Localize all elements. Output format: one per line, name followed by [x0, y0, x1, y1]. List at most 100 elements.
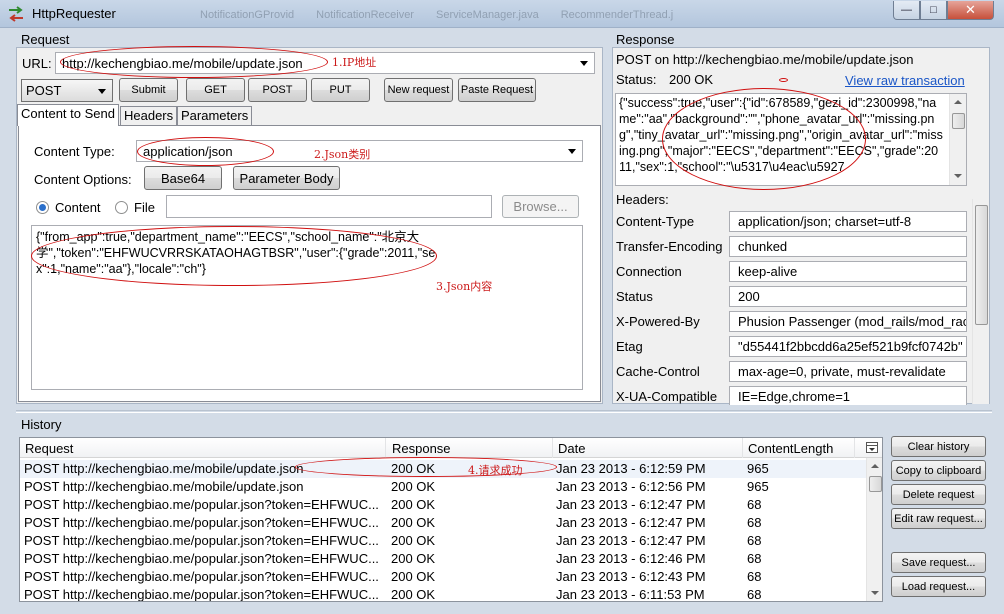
new-request-button[interactable]: New request — [384, 78, 453, 102]
header-value-field[interactable]: application/json; charset=utf-8 — [729, 211, 967, 232]
chevron-down-icon[interactable] — [580, 61, 588, 66]
response-headers-list: Content-Type application/json; charset=u… — [612, 209, 972, 405]
table-row[interactable]: POST http://kechengbiao.me/popular.json?… — [20, 550, 866, 568]
scroll-thumb[interactable] — [975, 205, 988, 325]
scroll-down-icon[interactable] — [871, 591, 879, 595]
window-title: HttpRequester — [32, 6, 116, 21]
post-button[interactable]: POST — [248, 78, 307, 102]
header-value-field[interactable]: IE=Edge,chrome=1 — [729, 386, 967, 405]
cell-date: Jan 23 2013 - 6:12:47 PM — [556, 497, 706, 512]
get-button[interactable]: GET — [186, 78, 245, 102]
scroll-up-icon[interactable] — [954, 100, 962, 104]
table-row[interactable]: POST http://kechengbiao.me/popular.json?… — [20, 568, 866, 586]
response-group-title: Response — [616, 32, 675, 47]
close-button[interactable]: ✕ — [947, 1, 994, 20]
scroll-thumb[interactable] — [952, 113, 965, 129]
column-chooser-icon[interactable] — [866, 442, 878, 453]
cell-request: POST http://kechengbiao.me/popular.json?… — [24, 587, 379, 602]
method-select[interactable]: POST — [21, 79, 113, 102]
background-tab: RecommenderThread.j — [560, 9, 674, 21]
header-name: Etag — [616, 339, 643, 354]
response-status-label: Status: — [616, 72, 657, 87]
file-path-input[interactable] — [166, 195, 492, 218]
response-body-scrollbar[interactable] — [949, 94, 966, 185]
panel-splitter[interactable] — [16, 410, 992, 413]
background-tab: ServiceManager.java — [435, 9, 539, 21]
save-request-button[interactable]: Save request... — [891, 552, 986, 573]
annotation-mark-status — [779, 78, 788, 82]
cell-length: 68 — [747, 587, 762, 602]
submit-button[interactable]: Submit — [119, 78, 178, 102]
maximize-icon: □ — [930, 4, 937, 16]
column-header-contentlength[interactable]: ContentLength — [743, 438, 855, 458]
header-value-field[interactable]: "d55441f2bbcdd6a25ef521b9fcf0742b" — [729, 336, 967, 357]
header-name: Content-Type — [616, 214, 695, 229]
parameter-body-button[interactable]: Parameter Body — [233, 166, 340, 190]
cell-date: Jan 23 2013 - 6:12:43 PM — [556, 569, 706, 584]
content-radio-label[interactable]: Content — [55, 200, 101, 215]
cell-response: 200 OK — [391, 587, 436, 602]
minimize-button[interactable]: — — [893, 1, 920, 20]
tab-content-to-send[interactable]: Content to Send — [17, 104, 119, 126]
header-value-field[interactable]: chunked — [729, 236, 967, 257]
minimize-icon: — — [901, 4, 912, 16]
cell-request: POST http://kechengbiao.me/popular.json?… — [24, 569, 379, 584]
header-name: Status — [616, 289, 653, 304]
view-raw-transaction-link[interactable]: View raw transaction — [845, 73, 965, 88]
cell-request: POST http://kechengbiao.me/mobile/update… — [24, 479, 304, 494]
content-radio[interactable] — [36, 201, 49, 214]
annotation-ellipse-content-type — [137, 137, 274, 166]
table-row[interactable]: POST http://kechengbiao.me/popular.json?… — [20, 496, 866, 514]
cell-request: POST http://kechengbiao.me/popular.json?… — [24, 497, 379, 512]
annotation-json-content: 3.Json内容 — [436, 280, 493, 293]
file-radio-label[interactable]: File — [134, 200, 155, 215]
paste-request-button[interactable]: Paste Request — [458, 78, 536, 102]
header-name: X-Powered-By — [616, 314, 700, 329]
edit-raw-request-button[interactable]: Edit raw request... — [891, 508, 986, 529]
annotation-ip: 1.IP地址 — [332, 56, 377, 69]
history-group-title: History — [21, 417, 62, 432]
header-value-field[interactable]: Phusion Passenger (mod_rails/mod_rack — [729, 311, 967, 332]
base64-button[interactable]: Base64 — [144, 166, 222, 190]
table-row[interactable]: POST http://kechengbiao.me/mobile/update… — [20, 478, 866, 496]
scroll-thumb[interactable] — [869, 476, 882, 492]
header-value-field[interactable]: 200 — [729, 286, 967, 307]
copy-to-clipboard-button[interactable]: Copy to clipboard — [891, 460, 986, 481]
load-request-button[interactable]: Load request... — [891, 576, 986, 597]
column-header-request[interactable]: Request — [20, 438, 386, 458]
column-header-date[interactable]: Date — [553, 438, 743, 458]
cell-date: Jan 23 2013 - 6:12:46 PM — [556, 551, 706, 566]
column-header-response[interactable]: Response — [387, 438, 553, 458]
annotation-ellipse-body — [31, 226, 437, 286]
chevron-down-icon[interactable] — [98, 88, 106, 94]
response-headers-scrollbar[interactable] — [972, 199, 989, 404]
browse-button[interactable]: Browse... — [502, 195, 579, 218]
scroll-up-icon[interactable] — [871, 464, 879, 468]
history-scrollbar[interactable] — [866, 458, 882, 601]
scroll-down-icon[interactable] — [954, 174, 962, 178]
background-editor-tabs: NotificationGProvid NotificationReceiver… — [200, 9, 890, 23]
put-button[interactable]: PUT — [311, 78, 370, 102]
method-select-value: POST — [26, 83, 62, 98]
tab-headers[interactable]: Headers — [120, 106, 178, 126]
header-value-field[interactable]: keep-alive — [729, 261, 967, 282]
response-headers-label: Headers: — [616, 192, 669, 207]
maximize-button[interactable]: □ — [920, 1, 947, 20]
chevron-down-icon[interactable] — [568, 149, 576, 154]
table-row[interactable]: POST http://kechengbiao.me/popular.json?… — [20, 586, 866, 602]
annotation-json-type: 2.Json类别 — [314, 148, 371, 161]
clear-history-button[interactable]: Clear history — [891, 436, 986, 457]
title-bar[interactable]: HttpRequester NotificationGProvid Notifi… — [0, 0, 1004, 28]
file-radio[interactable] — [115, 201, 128, 214]
response-request-line: POST on http://kechengbiao.me/mobile/upd… — [616, 52, 914, 67]
cell-length: 68 — [747, 551, 762, 566]
header-name: Transfer-Encoding — [616, 239, 723, 254]
delete-request-button[interactable]: Delete request — [891, 484, 986, 505]
tab-parameters[interactable]: Parameters — [177, 106, 253, 126]
header-name: X-UA-Compatible — [616, 389, 718, 404]
cell-length: 68 — [747, 569, 762, 584]
table-row[interactable]: POST http://kechengbiao.me/popular.json?… — [20, 532, 866, 550]
table-row[interactable]: POST http://kechengbiao.me/popular.json?… — [20, 514, 866, 532]
header-value-field[interactable]: max-age=0, private, must-revalidate — [729, 361, 967, 382]
cell-request: POST http://kechengbiao.me/popular.json?… — [24, 533, 379, 548]
